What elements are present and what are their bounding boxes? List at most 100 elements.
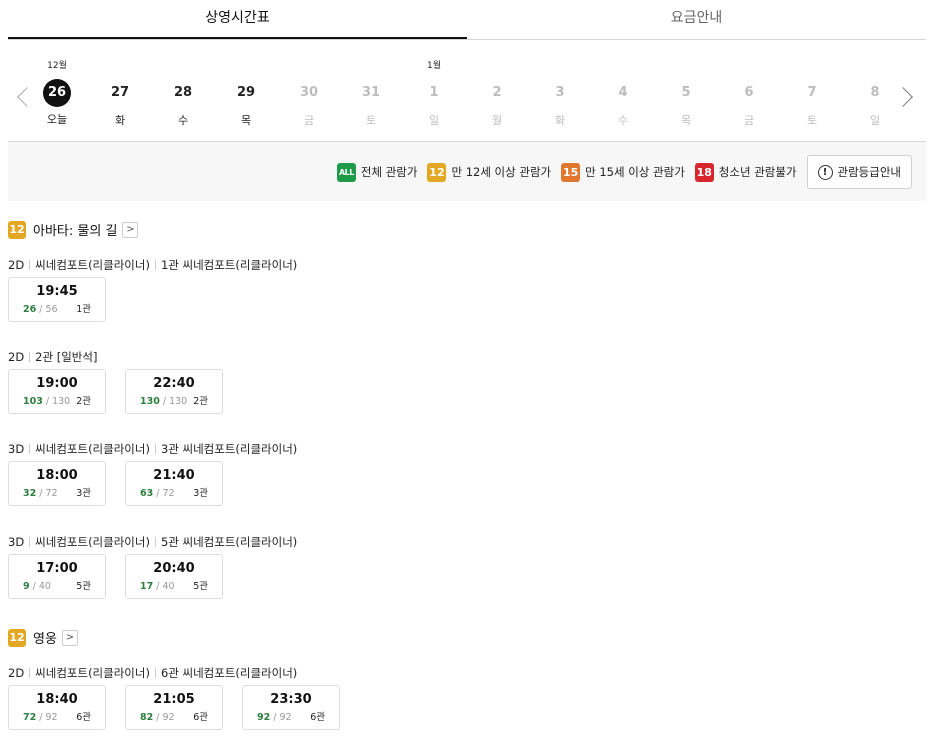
seats-available: 130 <box>140 396 160 407</box>
date-item[interactable]: 29 목 <box>226 56 266 128</box>
date-item[interactable]: 28 수 <box>163 56 203 128</box>
date-day: 8 <box>870 85 880 100</box>
showtime-button[interactable]: 18:40 72 / 92 6관 <box>8 685 106 730</box>
showtime-hall: 2관 <box>76 396 91 407</box>
rating-legend-label: 만 12세 이상 관람가 <box>451 165 552 179</box>
date-item: 3화 <box>540 56 580 128</box>
date-weekday: 금 <box>743 114 755 127</box>
chevron-right-icon[interactable]: > <box>61 629 78 646</box>
screen-hall: 5관 씨네컴포트(리클라이너) <box>160 535 298 549</box>
rating-guide-button[interactable]: ! 관람등급안내 <box>806 155 912 189</box>
rating-legend-item: 12 만 12세 이상 관람가 <box>427 162 552 182</box>
date-day: 30 <box>299 85 319 100</box>
date-month <box>855 56 895 72</box>
seat-count: 130 / 130 <box>140 396 187 407</box>
showtime-button[interactable]: 20:40 17 / 40 5관 <box>125 554 223 599</box>
date-item: 7토 <box>792 56 832 128</box>
seat-count: 103 / 130 <box>23 396 70 407</box>
screen-info: 2D 씨네컴포트(리클라이너) 1관 씨네컴포트(리클라이너) <box>8 257 297 273</box>
seats-total: / 92 <box>273 712 292 723</box>
date-weekday: 화 <box>114 114 126 127</box>
date-item: 4수 <box>603 56 643 128</box>
date-item[interactable]: 27 화 <box>100 56 140 128</box>
date-day: 27 <box>110 85 130 100</box>
chevron-right-icon[interactable] <box>893 87 913 107</box>
showtime-button[interactable]: 19:00 103 / 130 2관 <box>8 369 106 414</box>
seat-count: 82 / 92 <box>140 712 175 723</box>
rating-badge-icon: 18 <box>694 162 714 182</box>
date-item: 31 토 <box>351 56 391 128</box>
screen-type: 씨네컴포트(리클라이너) <box>35 535 150 549</box>
seats-total: / 72 <box>39 488 58 499</box>
chevron-right-icon[interactable]: > <box>122 221 139 238</box>
rating-badge-icon: ALL <box>336 162 356 182</box>
divider <box>154 260 156 270</box>
showtime-list: 18:00 32 / 72 3관 21:40 63 / 72 3관 <box>8 461 223 506</box>
date-weekday: 일 <box>869 114 881 127</box>
date-day: 3 <box>555 85 565 100</box>
date-item: 6금 <box>729 56 769 128</box>
date-day: 28 <box>173 85 193 100</box>
seats-total: / 130 <box>162 396 188 407</box>
showtime-button[interactable]: 17:00 9 / 40 5관 <box>8 554 106 599</box>
showtime-time: 21:40 <box>153 468 195 483</box>
showtime-button[interactable]: 21:40 63 / 72 3관 <box>125 461 223 506</box>
date-item: 30 금 <box>289 56 329 128</box>
showtime-list: 17:00 9 / 40 5관 20:40 17 / 40 5관 <box>8 554 223 599</box>
showtime-time: 21:05 <box>153 692 195 707</box>
screen-format: 2D <box>8 350 25 364</box>
date-weekday: 월 <box>491 114 503 127</box>
seats-available: 32 <box>23 488 37 499</box>
date-weekday: 수 <box>617 114 629 127</box>
screen-info: 3D 씨네컴포트(리클라이너) 3관 씨네컴포트(리클라이너) <box>8 441 297 457</box>
date-day: 7 <box>807 85 817 100</box>
showtime-time: 19:45 <box>36 284 78 299</box>
date-day: 2 <box>492 85 502 100</box>
showtime-button[interactable]: 21:05 82 / 92 6관 <box>125 685 223 730</box>
seats-total: / 40 <box>32 581 51 592</box>
movie-title[interactable]: 아바타: 물의 길 <box>33 220 117 239</box>
screen-type: 씨네컴포트(리클라이너) <box>35 442 150 456</box>
showtime-hall: 5관 <box>76 581 91 592</box>
seat-count: 72 / 92 <box>23 712 58 723</box>
chevron-left-icon[interactable] <box>17 87 37 107</box>
date-day: 1 <box>429 85 439 100</box>
seat-count: 63 / 72 <box>140 488 175 499</box>
date-month <box>351 56 391 72</box>
showtime-button[interactable]: 22:40 130 / 130 2관 <box>125 369 223 414</box>
showtime-time: 18:00 <box>36 468 78 483</box>
date-month <box>666 56 706 72</box>
rating-legend-item: ALL 전체 관람가 <box>336 162 417 182</box>
divider <box>29 260 31 270</box>
date-weekday: 금 <box>303 114 315 127</box>
showtime-list: 19:45 26 / 56 1관 <box>8 277 106 322</box>
date-item: 2월 <box>477 56 517 128</box>
date-day: 31 <box>361 85 381 100</box>
tab-pricing[interactable]: 요금안내 <box>467 0 926 39</box>
showtime-button[interactable]: 18:00 32 / 72 3관 <box>8 461 106 506</box>
seat-count: 26 / 56 <box>23 304 58 315</box>
rating-12-icon: 12 <box>8 628 26 647</box>
divider <box>29 352 31 362</box>
date-weekday: 목 <box>240 114 252 127</box>
screen-info: 3D 씨네컴포트(리클라이너) 5관 씨네컴포트(리클라이너) <box>8 534 297 550</box>
screen-hall: 1관 씨네컴포트(리클라이너) <box>160 258 298 272</box>
date-day: 4 <box>618 85 628 100</box>
date-month <box>603 56 643 72</box>
date-strip: 12월 26 오늘 27 화 28 수 29 목 30 금 31 토 1월 1 일 2 월 3 화 4 수 5 목 6 금 7 토 8 일 <box>8 56 926 140</box>
showtime-button[interactable]: 23:30 92 / 92 6관 <box>242 685 340 730</box>
rating-guide-label: 관람등급안내 <box>837 165 901 179</box>
movie-title[interactable]: 영웅 <box>33 628 57 647</box>
screen-type: 씨네컴포트(리클라이너) <box>35 666 150 680</box>
date-item: 8일 <box>855 56 895 128</box>
tab-showtimes[interactable]: 상영시간표 <box>8 0 467 39</box>
date-item[interactable]: 12월 26 오늘 <box>37 56 77 127</box>
screen-info: 2D 씨네컴포트(리클라이너) 6관 씨네컴포트(리클라이너) <box>8 665 297 681</box>
rating-badge-icon: 15 <box>561 162 581 182</box>
divider <box>29 537 31 547</box>
showtime-hall: 3관 <box>76 488 91 499</box>
rating-legend: ALL 전체 관람가 12 만 12세 이상 관람가 15 만 15세 이상 관람가 18 청… <box>8 141 926 201</box>
showtime-button[interactable]: 19:45 26 / 56 1관 <box>8 277 106 322</box>
showtime-list: 19:00 103 / 130 2관 22:40 130 / 130 2관 <box>8 369 223 414</box>
date-month <box>289 56 329 72</box>
